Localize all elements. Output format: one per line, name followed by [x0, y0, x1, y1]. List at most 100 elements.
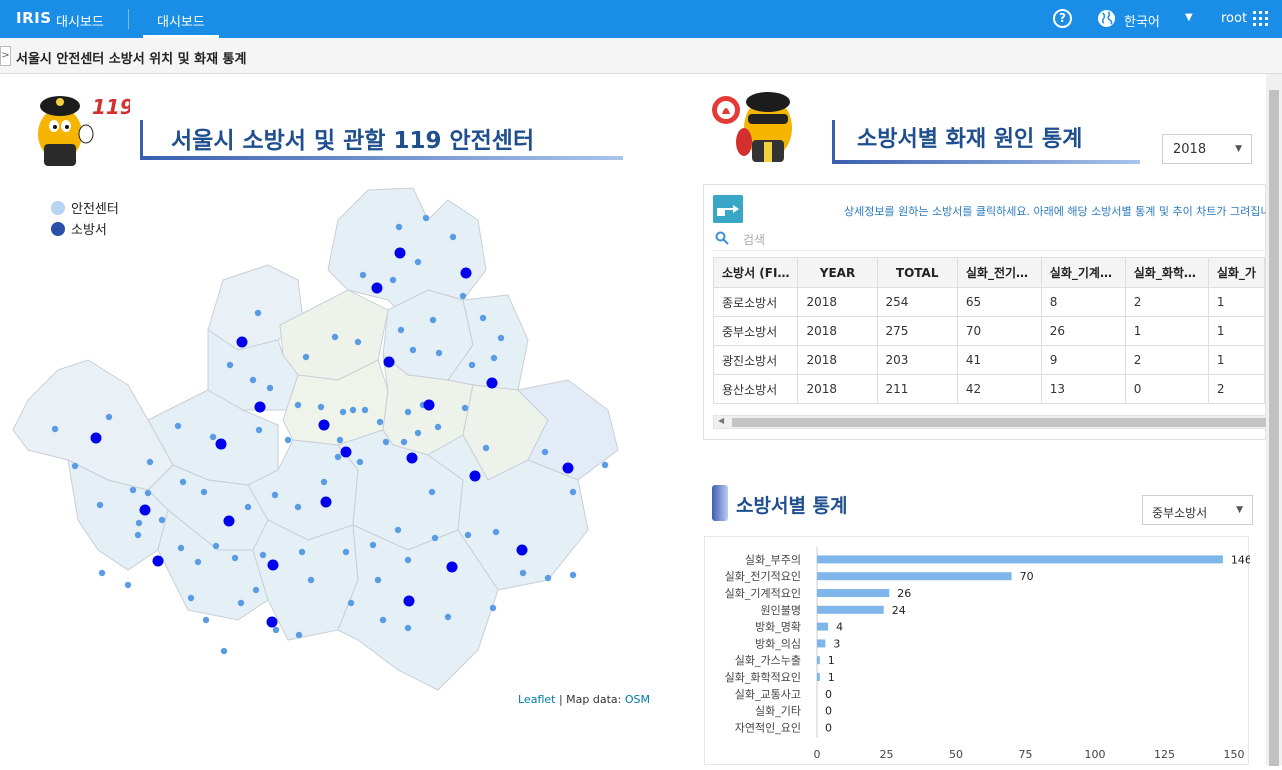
table-row[interactable]: 용산소방서 2018 211 42 13 0 2	[712, 374, 1266, 404]
topbar-divider	[128, 9, 129, 29]
station-select[interactable]: 중부소방서 ▼	[1142, 495, 1253, 525]
y-tick-label: 실화_전기적요인	[725, 570, 801, 583]
firefighter-extinguisher-mascot-icon	[712, 92, 792, 162]
y-tick-label: 실화_교통사고	[735, 688, 801, 701]
apps-grid-icon[interactable]	[1253, 11, 1268, 26]
table-cell: 1	[1207, 345, 1266, 375]
table-row[interactable]: 중부소방서 2018 275 70 26 1 1	[712, 316, 1266, 346]
table-row[interactable]: 종로소방서 2018 254 65 8 2 1	[712, 287, 1266, 317]
user-menu[interactable]: root	[1221, 11, 1247, 26]
search-icon	[715, 231, 729, 245]
tab-dashboard[interactable]: 대시보드	[143, 0, 219, 38]
table-cell: 2	[1124, 287, 1209, 317]
bar	[817, 589, 890, 597]
scrollbar-thumb[interactable]	[732, 418, 1268, 427]
cause-table-panel: 상세정보를 원하는 소방서를 클릭하세요. 아래에 해당 소방서별 통계 및 추…	[703, 184, 1282, 440]
data-label: 3	[833, 637, 840, 650]
x-tick-label: 25	[880, 748, 894, 761]
y-tick-label: 실화_부주의	[745, 553, 801, 566]
data-label: 4	[836, 621, 843, 634]
table-cell: 2	[1124, 345, 1209, 375]
globe-icon[interactable]	[1097, 9, 1116, 28]
column-header[interactable]: 실화_화학…	[1124, 257, 1209, 288]
column-header[interactable]: 실화_기계…	[1040, 257, 1126, 288]
table-cell: 8	[1040, 287, 1126, 317]
page-vertical-scrollbar[interactable]	[1266, 74, 1282, 766]
y-tick-label: 원인불명	[761, 604, 801, 617]
bar	[817, 673, 820, 681]
table-cell: 26	[1040, 316, 1126, 346]
table-cell: 1	[1207, 316, 1266, 346]
x-tick-label: 0	[814, 748, 821, 761]
help-icon[interactable]: ?	[1053, 9, 1072, 28]
top-navigation-bar: IRIS 대시보드 대시보드 ? 한국어 ▼ root	[0, 0, 1282, 38]
column-header[interactable]: 실화_전기…	[956, 257, 1042, 288]
page-header: > 서울시 안전센터 소방서 위치 및 화재 통계	[0, 38, 1282, 74]
table-cell: 종로소방서	[712, 287, 799, 317]
table-cell: 0	[1124, 374, 1209, 404]
language-label[interactable]: 한국어	[1124, 11, 1160, 30]
column-header[interactable]: TOTAL	[876, 257, 958, 288]
station-select-value: 중부소방서	[1152, 506, 1208, 520]
seoul-district-map[interactable]	[8, 180, 648, 700]
svg-text:119: 119	[92, 95, 130, 119]
osm-link[interactable]: OSM	[625, 693, 650, 706]
table-cell: 41	[956, 345, 1042, 375]
y-tick-label: 실화_가스누출	[735, 654, 801, 667]
bar	[817, 605, 884, 614]
data-label: 26	[897, 587, 911, 600]
column-header[interactable]: 실화_가	[1207, 257, 1266, 288]
page-title: 서울시 안전센터 소방서 위치 및 화재 통계	[16, 52, 247, 67]
year-select-value: 2018	[1173, 142, 1207, 157]
table-horizontal-scrollbar[interactable]: ◀	[713, 415, 1268, 429]
x-tick-label: 75	[1019, 748, 1033, 761]
table-cell: 275	[876, 316, 958, 346]
cause-bar-chart: 실화_부주의 146 실화_전기적요인 70 실화_기계적요인 26 원인불명 24 방화_명확…	[725, 547, 1252, 761]
chevron-down-icon[interactable]: ▼	[1185, 12, 1193, 23]
leaflet-link[interactable]: Leaflet	[518, 693, 555, 706]
pointing-hand-icon	[713, 195, 743, 223]
attribution-separator: | Map data:	[555, 693, 625, 706]
bar	[817, 572, 1012, 581]
map-title-accent	[140, 120, 143, 160]
search-input[interactable]: 검색	[743, 231, 765, 248]
table-cell: 70	[956, 316, 1042, 346]
column-header[interactable]: YEAR	[797, 257, 878, 288]
table-cell: 광진소방서	[712, 345, 799, 375]
bar	[817, 656, 820, 665]
map-title-underline	[143, 156, 623, 160]
table-search[interactable]: 검색	[713, 227, 1273, 251]
map-section-title: 서울시 소방서 및 관할 119 안전센터	[171, 128, 535, 154]
data-label: 0	[825, 705, 832, 718]
chevron-down-icon: ▼	[1236, 505, 1243, 515]
brand-subtitle[interactable]: 대시보드	[56, 11, 104, 30]
x-tick-label: 100	[1085, 748, 1106, 761]
x-tick-label: 125	[1154, 748, 1175, 761]
bar	[817, 622, 829, 631]
brand-logo[interactable]: IRIS	[16, 9, 52, 27]
bar	[817, 639, 826, 648]
table-cell: 1	[1207, 287, 1266, 317]
data-label: 146	[1231, 553, 1250, 566]
column-header[interactable]: 소방서 (FI…	[712, 257, 799, 288]
table-cell: 211	[876, 374, 958, 404]
cause-title-underline	[834, 160, 1140, 164]
table-cell: 9	[1040, 345, 1126, 375]
data-label: 1	[828, 654, 835, 667]
sidebar-toggle-button[interactable]: >	[0, 46, 11, 66]
station-section-title: 소방서별 통계	[736, 495, 848, 517]
scroll-left-icon[interactable]: ◀	[718, 416, 724, 425]
map-attribution: Leaflet | Map data: OSM	[518, 693, 650, 706]
table-row[interactable]: 광진소방서 2018 203 41 9 2 1	[712, 345, 1266, 375]
x-tick-label: 150	[1224, 748, 1245, 761]
table-cell: 42	[956, 374, 1042, 404]
scrollbar-thumb[interactable]	[1269, 90, 1279, 766]
table-header-row: 소방서 (FI… YEAR TOTAL 실화_전기… 실화_기계… 실화_화학……	[712, 257, 1266, 288]
year-select[interactable]: 2018 ▼	[1162, 134, 1252, 164]
table-cell: 2018	[797, 316, 878, 346]
cause-table: 소방서 (FI… YEAR TOTAL 실화_전기… 실화_기계… 실화_화학……	[712, 257, 1266, 404]
y-tick-label: 자연적인_요인	[735, 721, 801, 734]
y-tick-label: 방화_명확	[755, 621, 801, 634]
table-cell: 13	[1040, 374, 1126, 404]
table-cell: 용산소방서	[712, 374, 799, 404]
